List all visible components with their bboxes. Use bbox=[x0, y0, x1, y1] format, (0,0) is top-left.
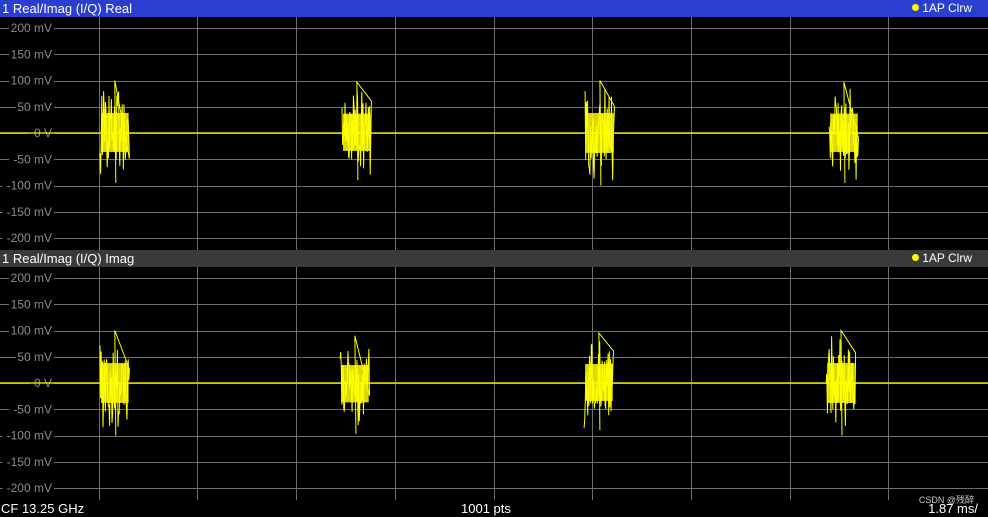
trace-burst-core bbox=[100, 363, 129, 403]
time-per-division: 1.87 ms/ bbox=[928, 501, 978, 516]
y-tick-label: 150 mV bbox=[11, 297, 52, 311]
y-tick-label: -100 mV bbox=[7, 179, 52, 193]
imag-trace-label: 1AP Clrw bbox=[922, 251, 972, 265]
y-tick-label: -150 mV bbox=[7, 205, 52, 219]
y-tick-label: 50 mV bbox=[17, 100, 52, 114]
trace-burst-core bbox=[585, 364, 613, 401]
trace-burst-core bbox=[827, 363, 855, 403]
trace-dot-icon bbox=[912, 254, 920, 261]
points-count: 1001 pts bbox=[461, 501, 511, 516]
y-tick-label: -50 mV bbox=[13, 402, 52, 416]
center-frequency: CF 13.25 GHz bbox=[1, 501, 85, 516]
trace-burst-core bbox=[586, 113, 614, 153]
real-panel: 1 Real/Imag (I/Q) Real 1AP Clrw 200 mV 15… bbox=[0, 0, 988, 250]
y-tick-label: -200 mV bbox=[7, 481, 52, 495]
y-tick-label: 100 mV bbox=[11, 324, 52, 338]
trace-burst-core bbox=[343, 113, 371, 151]
y-tick-label: 100 mV bbox=[11, 74, 52, 88]
y-tick-label: -150 mV bbox=[7, 455, 52, 469]
imag-titlebar: 1 Real/Imag (I/Q) Imag 1AP Clrw bbox=[0, 250, 988, 267]
y-tick-label: -50 mV bbox=[13, 152, 52, 166]
real-panel-title: 1 Real/Imag (I/Q) Real bbox=[2, 1, 133, 16]
y-tick-label: 200 mV bbox=[11, 271, 52, 285]
real-plot: 200 mV150 mV100 mV50 mV0 V-50 mV-100 mV-… bbox=[0, 17, 988, 250]
y-tick-label: 50 mV bbox=[17, 350, 52, 364]
real-trace-indicator[interactable]: 1AP Clrw bbox=[912, 0, 972, 17]
trace-burst-core bbox=[341, 365, 369, 403]
trace-dot-icon bbox=[912, 4, 920, 11]
status-footer: CF 13.25 GHz 1001 pts CSDN @残醉 1.87 ms/ bbox=[0, 495, 988, 516]
trace-burst-core bbox=[830, 113, 858, 152]
y-tick-label: -200 mV bbox=[7, 231, 52, 245]
imag-panel: 1 Real/Imag (I/Q) Imag 1AP Clrw 200 mV 15… bbox=[0, 250, 988, 500]
y-tick-label: 200 mV bbox=[11, 21, 52, 35]
y-tick-label: -100 mV bbox=[7, 429, 52, 443]
real-titlebar: 1 Real/Imag (I/Q) Real 1AP Clrw bbox=[0, 0, 988, 17]
imag-plot: 200 mV150 mV100 mV50 mV0 V-50 mV-100 mV-… bbox=[0, 267, 988, 500]
real-trace-label: 1AP Clrw bbox=[922, 1, 972, 15]
imag-trace-indicator[interactable]: 1AP Clrw bbox=[912, 250, 972, 267]
y-tick-label: 150 mV bbox=[11, 47, 52, 61]
trace-burst-core bbox=[100, 113, 129, 152]
imag-panel-title: 1 Real/Imag (I/Q) Imag bbox=[2, 251, 135, 266]
